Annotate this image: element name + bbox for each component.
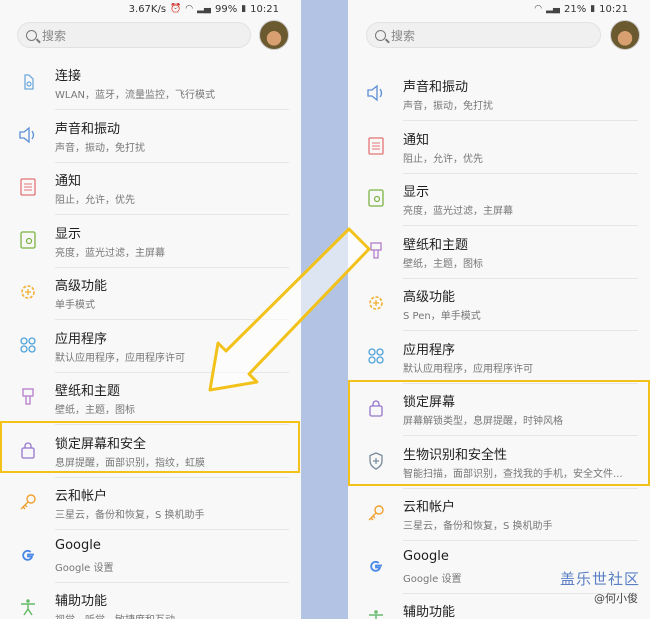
transition-arrow-icon: [208, 227, 371, 392]
